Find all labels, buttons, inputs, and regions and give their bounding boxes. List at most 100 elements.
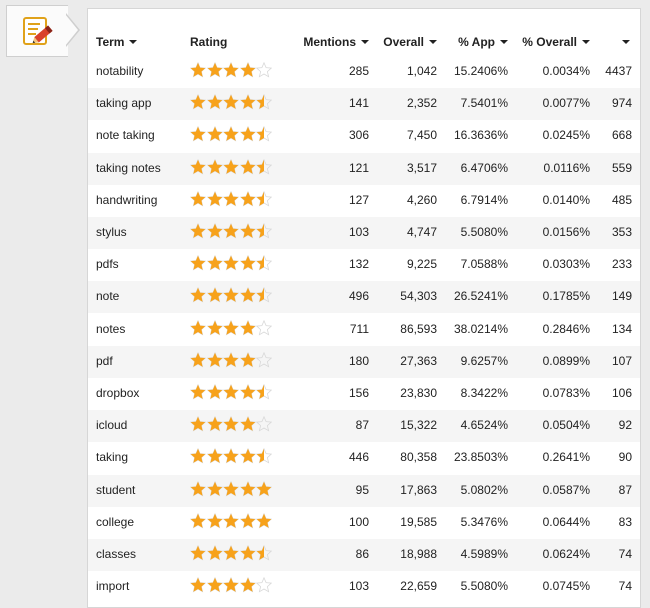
table-row[interactable]: notes 711 86,593 38.0214% 0.2846% 134: [88, 314, 640, 346]
table-row[interactable]: note taking 306 7,450 16.3636% 0.0245% 668: [88, 120, 640, 152]
pct-overall-cell: 0.0745%: [542, 579, 590, 594]
term-cell[interactable]: notes: [96, 322, 125, 336]
table-row[interactable]: notability 285 1,042 15.2406% 0.0034% 4437: [88, 56, 640, 88]
rank-cell: 87: [618, 482, 632, 497]
star-icon: [223, 416, 239, 432]
sort-caret-icon: [129, 40, 138, 44]
star-icon: [223, 62, 239, 78]
term-cell[interactable]: taking: [96, 450, 128, 464]
pct-overall-cell: 0.0303%: [542, 257, 590, 272]
star-icon: [206, 384, 223, 400]
header-rating[interactable]: Rating: [190, 35, 227, 49]
term-cell[interactable]: icloud: [96, 418, 127, 432]
rank-cell: 485: [611, 192, 632, 207]
rank-cell: 233: [611, 257, 632, 272]
star-icon: [239, 351, 256, 368]
term-cell[interactable]: college: [96, 515, 134, 529]
star-icon: [256, 287, 272, 303]
star-icon: [223, 448, 239, 464]
rank-cell: 90: [618, 450, 632, 465]
star-icon: [223, 94, 239, 110]
star-icon: [206, 255, 223, 271]
overall-cell: 18,988: [400, 547, 437, 561]
term-cell[interactable]: stylus: [96, 225, 127, 239]
pct-app-cell: 16.3636%: [453, 128, 508, 143]
pointer-arrow-inner: [65, 14, 78, 46]
pct-overall-cell: 0.0644%: [542, 514, 590, 529]
term-cell[interactable]: classes: [96, 547, 136, 561]
mentions-cell: 127: [348, 192, 369, 207]
star-icon: [239, 255, 256, 271]
star-icon: [239, 416, 256, 432]
star-icon: [223, 223, 239, 239]
header-term[interactable]: Term: [96, 35, 138, 49]
sort-caret-icon: [361, 40, 369, 44]
star-icon: [206, 223, 223, 239]
term-cell[interactable]: note taking: [96, 128, 155, 142]
table-row[interactable]: pdfs 132 9,225 7.0588% 0.0303% 233: [88, 249, 640, 281]
star-icon: [239, 480, 256, 497]
mentions-cell: 141: [348, 96, 369, 111]
overall-cell: 22,659: [400, 579, 437, 594]
overall-cell: 86,593: [400, 321, 437, 336]
table-row[interactable]: handwriting 127 4,260 6.7914% 0.0140% 485: [88, 185, 640, 217]
table-row[interactable]: pdf 180 27,363 9.6257% 0.0899% 107: [88, 345, 640, 378]
overall-cell: 54,303: [400, 289, 437, 304]
star-icon: [256, 545, 272, 561]
table-row[interactable]: note 496 54,303 26.5241% 0.1785% 149: [88, 281, 640, 314]
table-row[interactable]: taking app 141 2,352 7.5401% 0.0077% 974: [88, 88, 640, 121]
header-pct-app[interactable]: % App: [458, 35, 508, 49]
term-cell[interactable]: import: [96, 579, 129, 593]
star-icon: [239, 448, 256, 464]
pct-app-cell: 5.5080%: [460, 225, 508, 239]
star-icon: [223, 190, 239, 207]
star-icon: [206, 319, 223, 336]
star-icon: [223, 287, 239, 303]
app-icon-tile[interactable]: [6, 5, 68, 57]
table-row[interactable]: classes 86 18,988 4.5989% 0.0624% 74: [88, 539, 640, 571]
header-rank[interactable]: [617, 35, 630, 49]
term-cell[interactable]: note: [96, 289, 119, 303]
table-row[interactable]: student 95 17,863 5.0802% 0.0587% 87: [88, 474, 640, 507]
term-cell[interactable]: dropbox: [96, 386, 139, 400]
pct-overall-cell: 0.0587%: [542, 482, 590, 497]
pct-overall-cell: 0.0116%: [543, 160, 590, 175]
star-icon: [206, 351, 223, 368]
mentions-cell: 285: [348, 64, 369, 78]
star-icon: [190, 512, 206, 529]
term-cell[interactable]: student: [96, 483, 135, 497]
term-cell[interactable]: taking notes: [96, 161, 161, 175]
star-icon: [256, 255, 272, 271]
star-icon: [190, 126, 206, 142]
table-row[interactable]: import 103 22,659 5.5080% 0.0745% 74: [88, 571, 640, 603]
table-row[interactable]: icloud 87 15,322 4.6524% 0.0504% 92: [88, 410, 640, 443]
term-cell[interactable]: pdf: [96, 354, 113, 368]
rank-cell: 353: [611, 225, 632, 239]
table-row[interactable]: taking notes 121 3,517 6.4706% 0.0116% 559: [88, 152, 640, 185]
term-cell[interactable]: taking app: [96, 96, 151, 110]
term-cell[interactable]: notability: [96, 64, 143, 78]
rank-cell: 974: [611, 96, 632, 111]
header-mentions[interactable]: Mentions: [303, 35, 369, 49]
star-icon: [256, 351, 272, 368]
header-overall[interactable]: Overall: [383, 35, 437, 49]
overall-cell: 1,042: [406, 64, 437, 78]
table-row[interactable]: taking 446 80,358 23.8503% 0.2641% 90: [88, 442, 640, 474]
table-row[interactable]: dropbox 156 23,830 8.3422% 0.0783% 106: [88, 378, 640, 410]
star-icon: [190, 255, 206, 271]
star-icon: [239, 190, 256, 207]
star-icon: [206, 158, 223, 175]
table-row[interactable]: college 100 19,585 5.3476% 0.0644% 83: [88, 507, 640, 539]
header-pct-overall[interactable]: % Overall: [522, 35, 590, 49]
term-cell[interactable]: handwriting: [96, 193, 157, 207]
star-icon: [190, 545, 206, 561]
mentions-cell: 87: [355, 418, 369, 433]
mentions-cell: 121: [348, 160, 369, 175]
pct-app-cell: 5.0802%: [460, 482, 508, 497]
term-cell[interactable]: pdfs: [96, 257, 119, 271]
star-icon: [206, 512, 223, 529]
table-row[interactable]: stylus 103 4,747 5.5080% 0.0156% 353: [88, 217, 640, 249]
rank-cell: 106: [611, 386, 632, 400]
star-icon: [256, 577, 272, 593]
star-icon: [256, 190, 272, 207]
